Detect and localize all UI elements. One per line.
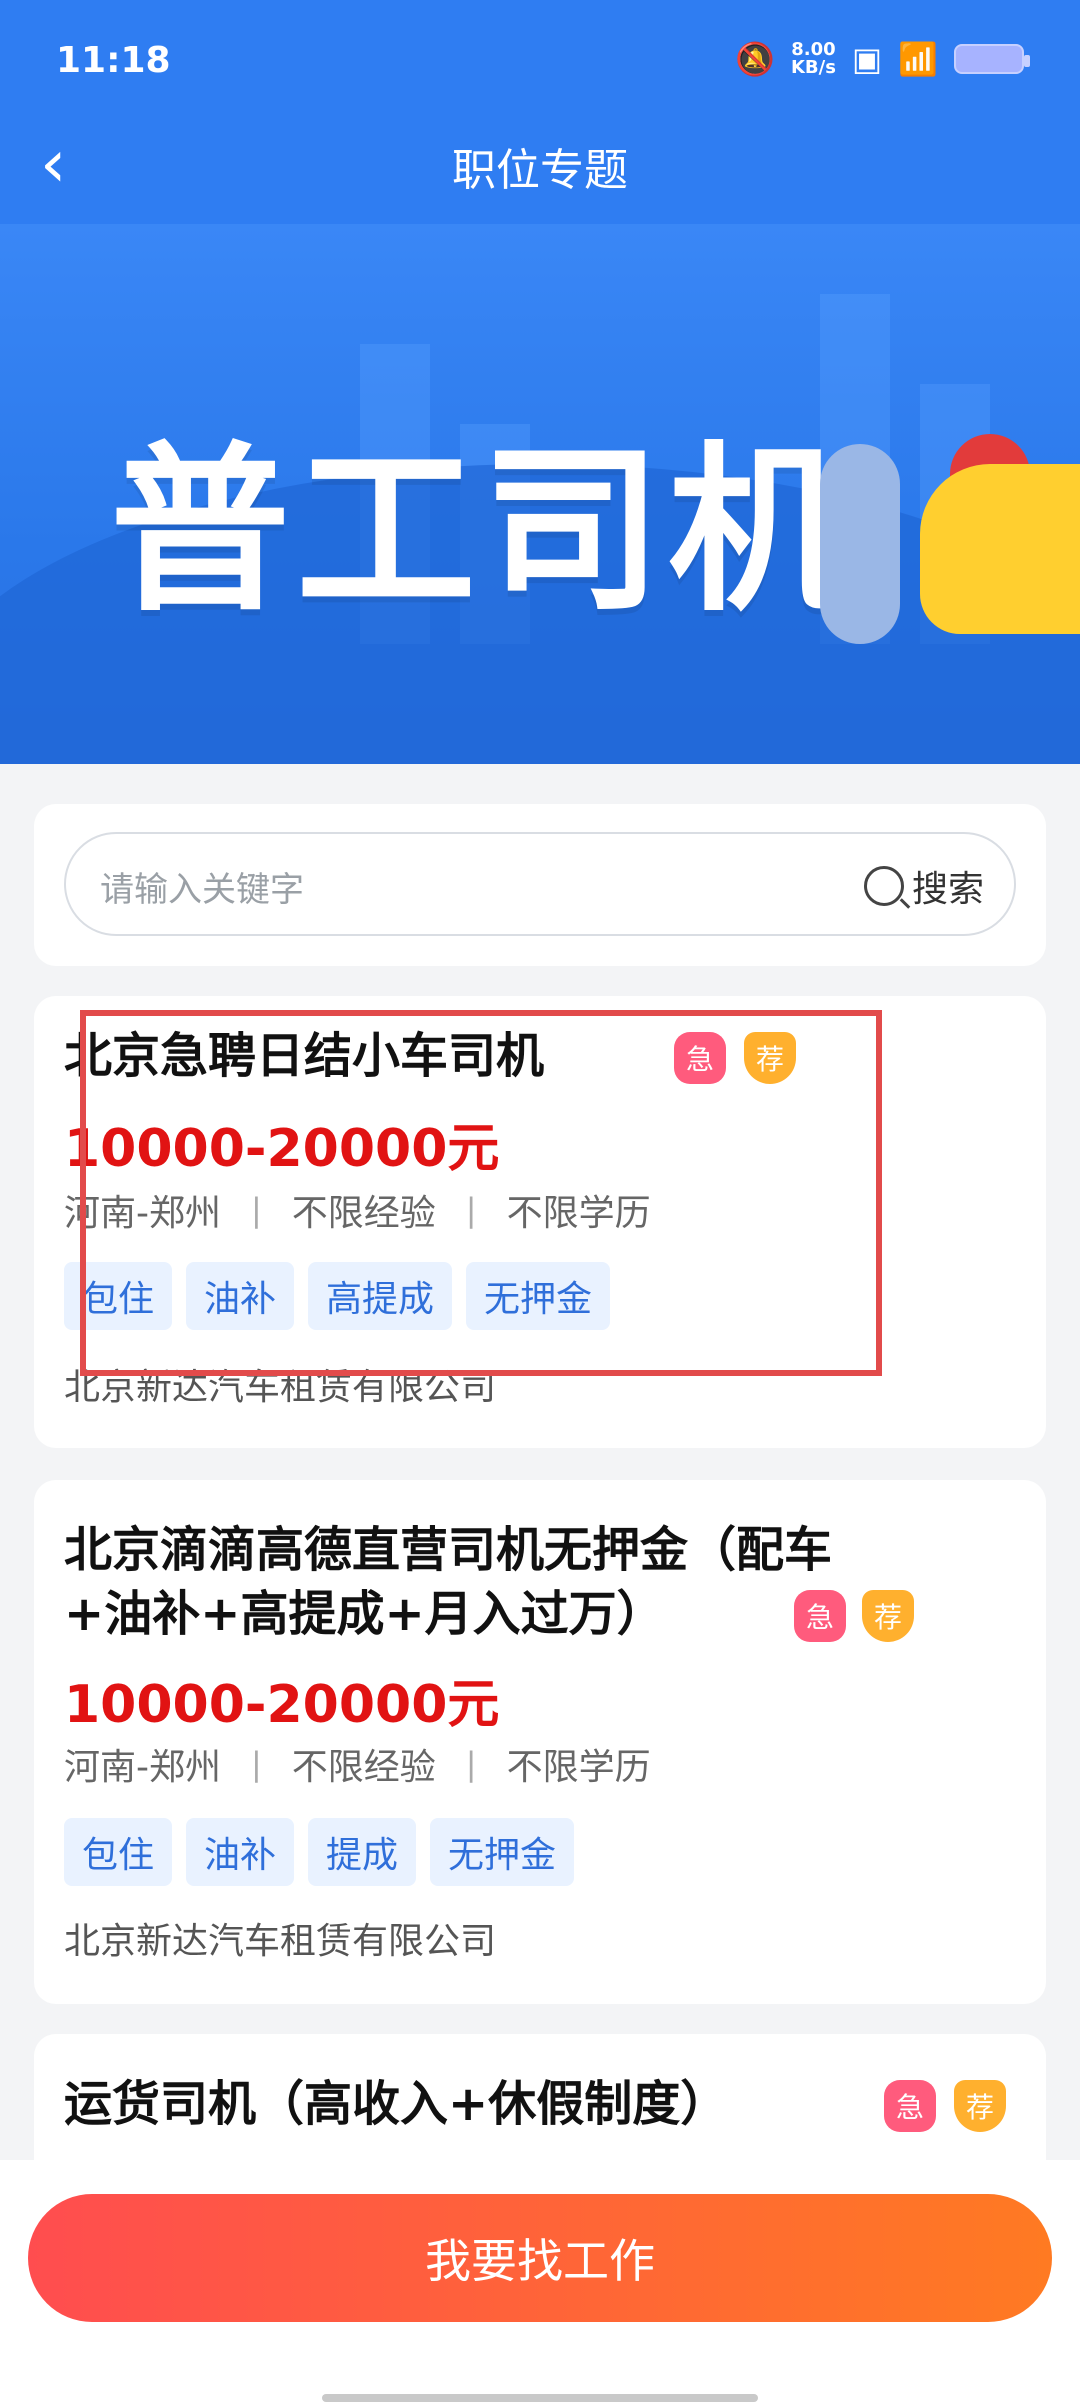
job-title: 运货司机（高收入+休假制度） [64, 2076, 729, 2132]
job-tag: 包住 [64, 1818, 173, 1886]
battery-icon [954, 44, 1030, 74]
status-icons: 🔕 8.00 KB/s ▣ 📶 [735, 40, 1030, 78]
network-speed-unit: KB/s [790, 57, 836, 78]
search-button[interactable]: 搜索 [863, 858, 984, 914]
job-tags: 包住 油补 提成 无押金 [64, 1818, 575, 1886]
sim-icon: ▣ [851, 40, 883, 78]
job-card[interactable]: 北京滴滴高德直营司机无押金（配车 +油补+高提成+月入过万） 急 荐 10000… [34, 1480, 1046, 2004]
job-tag: 提成 [308, 1818, 417, 1886]
search-card: 请输入关键字 搜索 [34, 804, 1046, 966]
highlight-box [80, 1010, 882, 1376]
job-education: 不限学历 [506, 1747, 651, 1788]
search-placeholder: 请输入关键字 [100, 870, 304, 910]
urgent-badge: 急 [794, 1590, 846, 1642]
bottom-action-bar: 我要找工作 [0, 2160, 1080, 2408]
job-tag: 油补 [186, 1818, 295, 1886]
mute-icon: 🔕 [735, 40, 775, 78]
recommend-badge: 荐 [954, 2080, 1006, 2132]
meta-separator: | [251, 1745, 262, 1783]
home-indicator[interactable] [322, 2394, 758, 2402]
search-icon [863, 866, 904, 906]
job-location: 河南-郑州 [64, 1747, 221, 1788]
job-title-line-2: +油补+高提成+月入过万） [64, 1586, 665, 1642]
topic-banner: 普工司机 [0, 224, 1080, 764]
taxi-illustration [920, 464, 1080, 634]
find-job-button[interactable]: 我要找工作 [28, 2194, 1052, 2322]
job-meta: 河南-郑州 | 不限经验 | 不限学历 [64, 1738, 651, 1790]
job-tag: 无押金 [430, 1818, 575, 1886]
wifi-icon: 📶 [898, 40, 938, 78]
elderly-person-illustration [820, 444, 900, 644]
search-input[interactable]: 请输入关键字 搜索 [64, 832, 1016, 936]
status-bar: 11:18 🔕 8.00 KB/s ▣ 📶 [0, 0, 1080, 124]
network-speed: 8.00 KB/s [791, 41, 836, 77]
top-header: 11:18 🔕 8.00 KB/s ▣ 📶 ‹ 职位专题 [0, 0, 1080, 224]
urgent-badge: 急 [884, 2080, 936, 2132]
status-time: 11:18 [56, 40, 171, 81]
banner-title: 普工司机 [110, 427, 855, 636]
job-salary: 10000-20000元 [64, 1675, 500, 1735]
meta-separator: | [465, 1745, 477, 1783]
job-experience: 不限经验 [291, 1747, 436, 1788]
page-title: 职位专题 [452, 145, 628, 196]
job-title-line-1: 北京滴滴高德直营司机无押金（配车 [64, 1522, 833, 1578]
recommend-badge: 荐 [862, 1590, 914, 1642]
job-company: 北京新达汽车租赁有限公司 [64, 1921, 497, 1962]
search-button-label: 搜索 [911, 869, 984, 910]
